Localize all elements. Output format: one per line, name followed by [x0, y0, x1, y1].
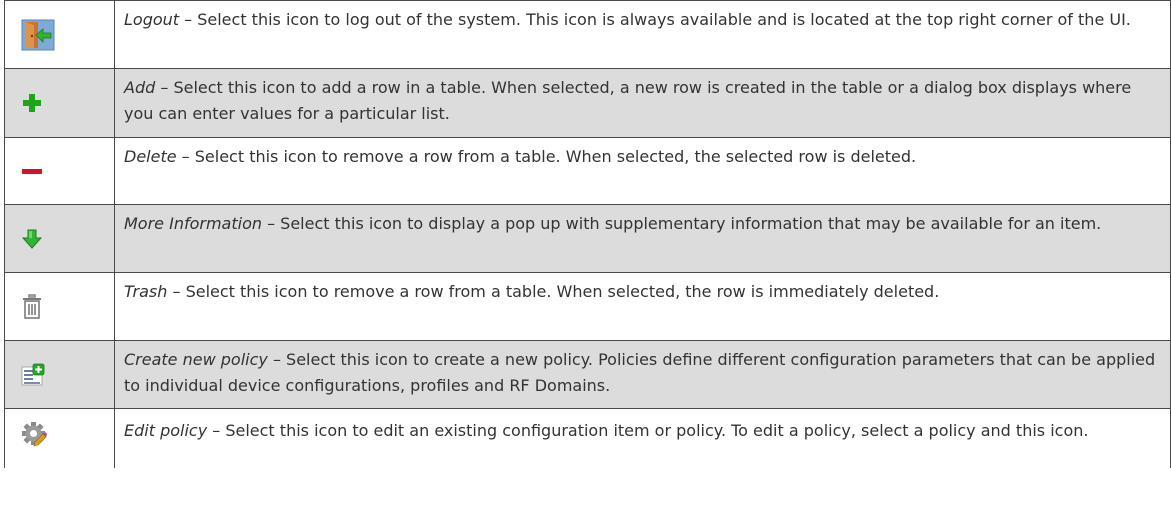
description-cell: Delete – Select this icon to remove a ro…: [115, 138, 1171, 204]
description-text: – Select this icon to remove a row from …: [176, 147, 917, 166]
term-label: Logout: [124, 10, 180, 29]
description-cell: More Information – Select this icon to d…: [115, 205, 1171, 272]
icon-cell: [4, 273, 115, 340]
table-row-more-information: More Information – Select this icon to d…: [4, 204, 1171, 272]
table-row-edit-policy: Edit policy – Select this icon to edit a…: [4, 408, 1171, 468]
description-text: – Select this icon to display a pop up w…: [262, 214, 1102, 233]
description-text: – Select this icon to add a row in a tab…: [124, 78, 1132, 123]
icon-cell: [4, 205, 115, 272]
term-label: More Information: [124, 214, 262, 233]
description-text: – Select this icon to remove a row from …: [167, 282, 940, 301]
icon-cell: [4, 341, 115, 408]
description-cell: Logout – Select this icon to log out of …: [115, 1, 1171, 68]
icon-cell: [4, 69, 115, 137]
description-cell: Trash – Select this icon to remove a row…: [115, 273, 1171, 340]
logout-icon: [21, 19, 55, 51]
create-new-policy-icon: [21, 363, 45, 387]
table-row-add: Add – Select this icon to add a row in a…: [4, 68, 1171, 137]
delete-icon: [21, 160, 43, 182]
icon-cell: [4, 409, 115, 468]
description-cell: Create new policy – Select this icon to …: [115, 341, 1171, 408]
term-label: Trash: [124, 282, 168, 301]
icon-cell: [4, 1, 115, 68]
table-row-trash: Trash – Select this icon to remove a row…: [4, 272, 1171, 340]
edit-policy-icon: [21, 421, 47, 447]
term-label: Edit policy: [124, 421, 208, 440]
description-text: – Select this icon to log out of the sys…: [179, 10, 1131, 29]
description-text: – Select this icon to edit an existing c…: [207, 421, 1089, 440]
description-cell: Add – Select this icon to add a row in a…: [115, 69, 1171, 137]
table-row-create-new-policy: Create new policy – Select this icon to …: [4, 340, 1171, 408]
term-label: Delete: [124, 147, 177, 166]
icon-reference-table: Logout – Select this icon to log out of …: [4, 0, 1171, 468]
add-icon: [21, 92, 43, 114]
term-label: Add: [124, 78, 156, 97]
icon-cell: [4, 138, 115, 204]
more-information-icon: [21, 228, 43, 250]
description-cell: Edit policy – Select this icon to edit a…: [115, 409, 1171, 468]
table-row-logout: Logout – Select this icon to log out of …: [4, 0, 1171, 68]
table-row-delete: Delete – Select this icon to remove a ro…: [4, 137, 1171, 204]
term-label: Create new policy: [124, 350, 268, 369]
trash-icon: [21, 293, 43, 320]
description-text: – Select this icon to create a new polic…: [124, 350, 1156, 395]
